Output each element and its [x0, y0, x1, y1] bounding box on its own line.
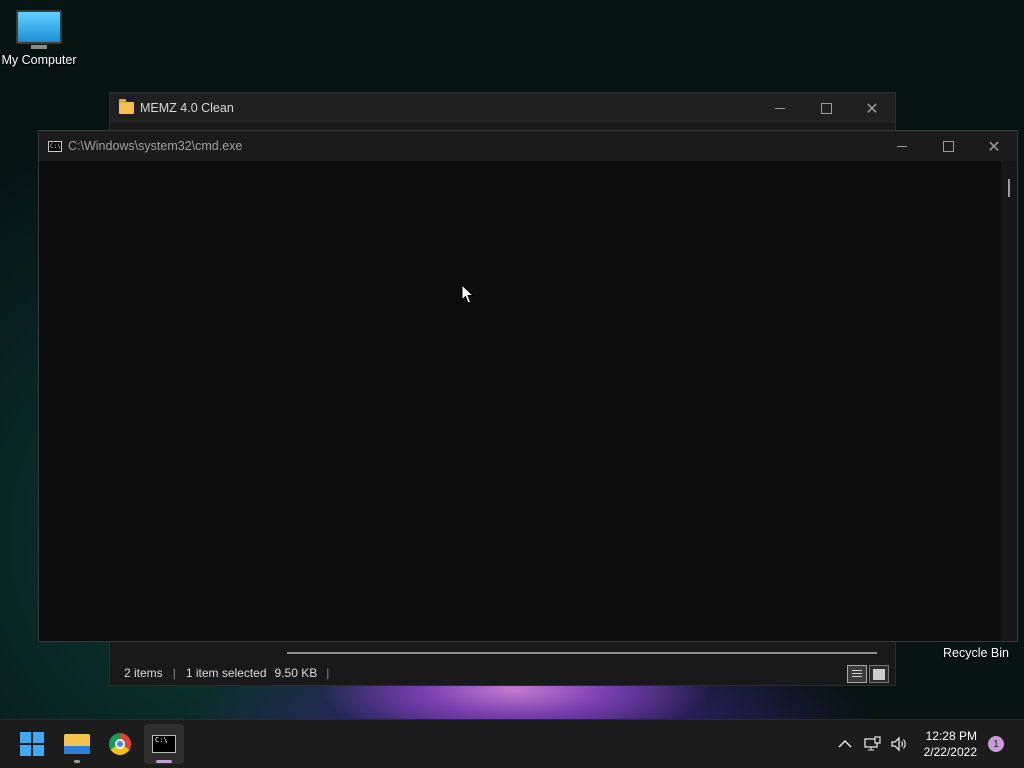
- taskbar-chrome[interactable]: [100, 724, 140, 764]
- active-indicator: [156, 760, 172, 763]
- details-view-icon: [852, 669, 862, 679]
- status-separator: |: [326, 666, 330, 680]
- status-bar: 2 items | 1 item selected 9.50 KB |: [110, 661, 895, 685]
- taskbar: C:\ 12:28 PM 2/22/2022 1: [0, 719, 1024, 768]
- desktop-icon-recycle-bin[interactable]: Recycle Bin: [936, 646, 1016, 660]
- horizontal-scrollbar[interactable]: [287, 652, 877, 654]
- close-button[interactable]: ✕: [971, 131, 1017, 161]
- status-selected-count: 1 item selected: [185, 666, 267, 680]
- notification-badge[interactable]: 1: [988, 736, 1004, 752]
- chrome-icon: [109, 733, 131, 755]
- start-button[interactable]: [12, 724, 52, 764]
- desktop-icon-my-computer[interactable]: My Computer: [0, 8, 78, 67]
- windows-start-icon: [20, 732, 44, 756]
- details-view-button[interactable]: [847, 665, 867, 683]
- close-icon: ✕: [987, 136, 1001, 156]
- minimize-icon: [775, 107, 785, 109]
- status-selected-size: 9.50 KB: [274, 666, 318, 680]
- terminal-icon: C:\: [152, 735, 176, 753]
- desktop-icon-label: My Computer: [1, 53, 77, 67]
- maximize-icon: [820, 102, 832, 114]
- monitor-stand: [31, 45, 47, 49]
- cmd-icon: C:\: [48, 140, 62, 152]
- explorer-titlebar[interactable]: MEMZ 4.0 Clean ✕: [110, 93, 895, 123]
- clock-time: 12:28 PM: [925, 729, 977, 743]
- status-item-count: 2 items: [124, 666, 163, 680]
- minimize-icon: [897, 145, 907, 147]
- cmd-window[interactable]: C:\ C:\Windows\system32\cmd.exe ✕: [38, 130, 1018, 642]
- taskbar-command-prompt[interactable]: C:\: [144, 724, 184, 764]
- window-title: C:\Windows\system32\cmd.exe: [68, 139, 243, 153]
- status-separator: |: [172, 666, 176, 680]
- maximize-icon: [942, 140, 954, 152]
- vertical-scrollbar[interactable]: [1001, 161, 1017, 641]
- window-title: MEMZ 4.0 Clean: [140, 101, 234, 115]
- monitor-icon: [16, 10, 62, 44]
- maximize-button[interactable]: [803, 93, 849, 123]
- desktop-icon-label: Recycle Bin: [943, 646, 1009, 660]
- large-icons-view-icon: [873, 668, 885, 680]
- tiles-view-button[interactable]: [869, 665, 889, 683]
- close-button[interactable]: ✕: [849, 93, 895, 123]
- mouse-cursor-icon: [461, 284, 475, 304]
- scrollbar-thumb[interactable]: [1008, 179, 1010, 197]
- cmd-titlebar[interactable]: C:\ C:\Windows\system32\cmd.exe ✕: [39, 131, 1017, 161]
- clock[interactable]: 12:28 PM 2/22/2022: [924, 728, 977, 760]
- clock-date: 2/22/2022: [923, 745, 977, 759]
- console-output[interactable]: [39, 161, 1001, 641]
- minimize-button[interactable]: [879, 131, 925, 161]
- network-icon[interactable]: [863, 735, 883, 753]
- running-indicator: [74, 760, 80, 763]
- taskbar-file-explorer[interactable]: [57, 724, 97, 764]
- maximize-button[interactable]: [925, 131, 971, 161]
- file-explorer-icon: [64, 734, 90, 754]
- system-tray: [836, 720, 909, 768]
- folder-icon: [119, 99, 134, 114]
- chevron-up-icon[interactable]: [836, 735, 854, 753]
- close-icon: ✕: [865, 98, 879, 118]
- volume-icon[interactable]: [889, 735, 909, 753]
- minimize-button[interactable]: [757, 93, 803, 123]
